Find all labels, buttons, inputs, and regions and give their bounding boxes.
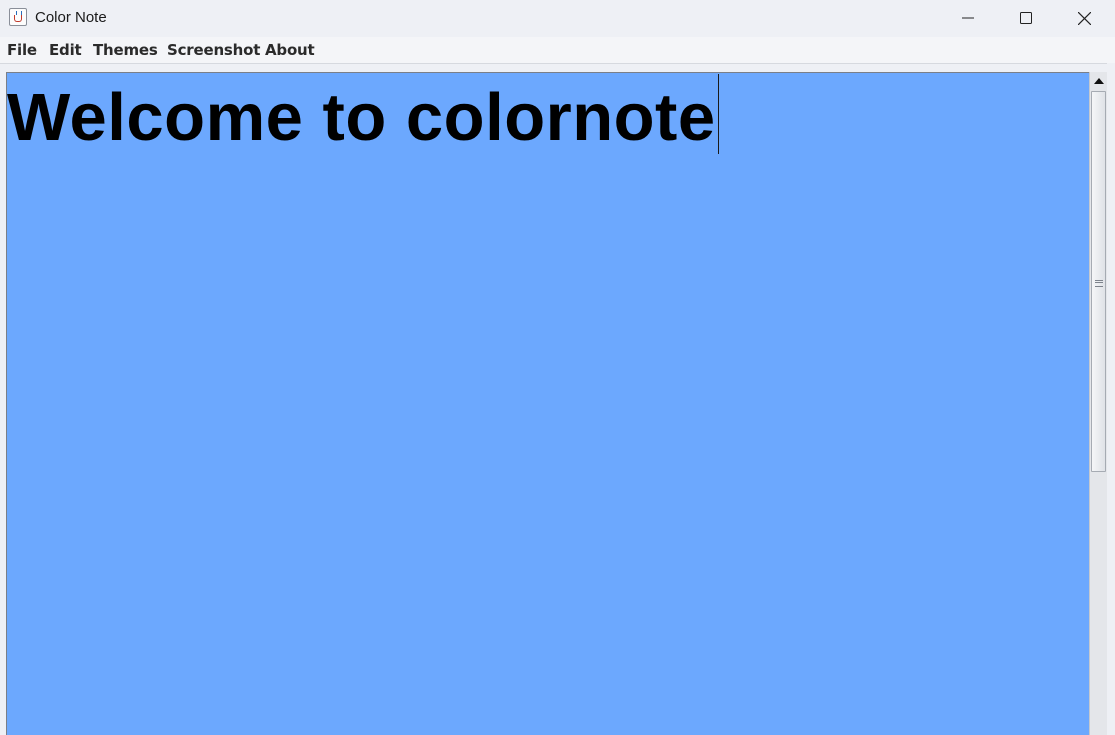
window-frame-edge <box>1107 63 1115 735</box>
note-editor[interactable]: Welcome to colornote <box>6 72 1089 735</box>
menu-edit[interactable]: Edit <box>49 41 82 59</box>
vertical-scrollbar[interactable] <box>1089 72 1107 735</box>
close-button[interactable] <box>1055 0 1113 36</box>
maximize-icon <box>1020 12 1032 24</box>
menu-bar: File Edit Themes Screenshot About <box>0 37 1115 64</box>
note-text[interactable]: Welcome to colornote <box>7 79 716 156</box>
menu-themes[interactable]: Themes <box>93 41 158 59</box>
scroll-up-button[interactable] <box>1090 72 1107 90</box>
maximize-button[interactable] <box>997 0 1055 36</box>
menu-screenshot[interactable]: Screenshot <box>167 41 260 59</box>
scroll-grip-icon <box>1095 280 1103 287</box>
minimize-button[interactable] <box>939 0 997 36</box>
window-title: Color Note <box>35 9 107 26</box>
title-bar: Color Note <box>0 0 1115 37</box>
menu-about[interactable]: About <box>265 41 315 59</box>
menu-file[interactable]: File <box>7 41 37 59</box>
text-caret <box>718 74 719 154</box>
close-icon <box>1077 11 1091 25</box>
scroll-thumb[interactable] <box>1091 91 1106 472</box>
minimize-icon <box>962 17 974 19</box>
java-app-icon <box>9 8 27 26</box>
scroll-up-arrow-icon <box>1093 78 1104 84</box>
